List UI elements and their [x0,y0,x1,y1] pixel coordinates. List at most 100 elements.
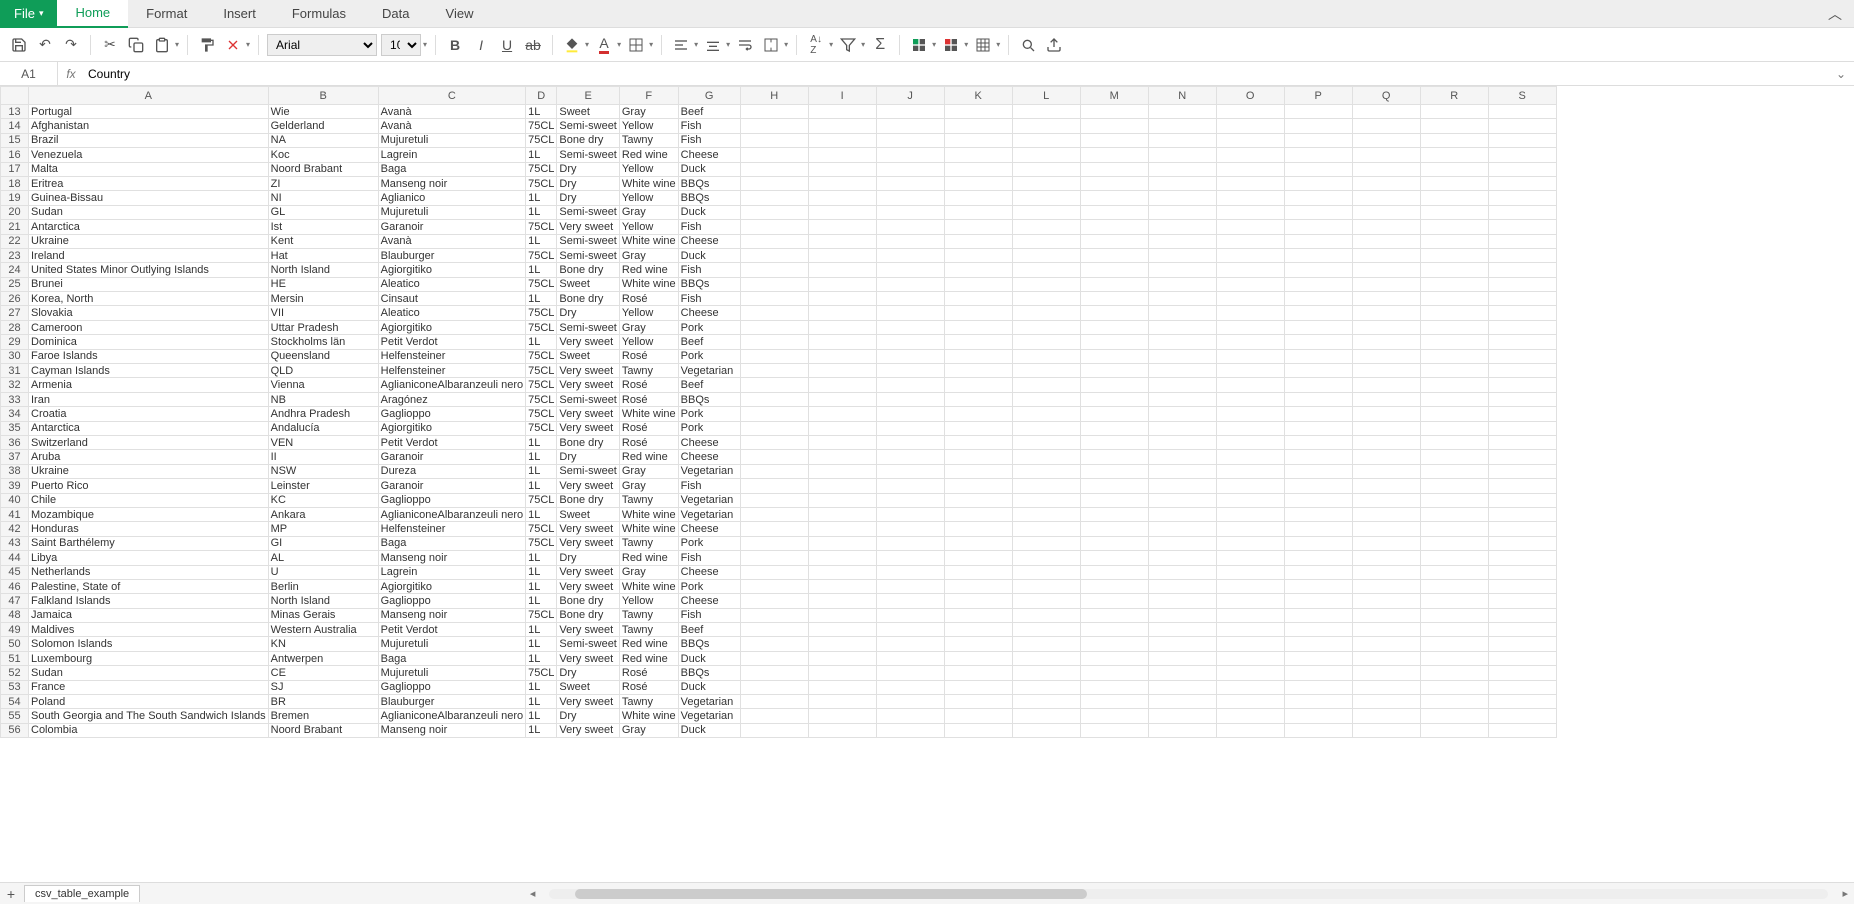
cell[interactable] [876,248,944,262]
row-header[interactable]: 23 [1,248,29,262]
align-h-icon[interactable] [670,34,692,56]
cell[interactable] [808,277,876,291]
cell[interactable] [1420,263,1488,277]
italic-icon[interactable]: I [470,34,492,56]
cell[interactable]: Poland [29,695,269,709]
cell[interactable]: Bone dry [557,263,619,277]
cell[interactable] [740,479,808,493]
row-header[interactable]: 38 [1,464,29,478]
cell[interactable] [1284,623,1352,637]
cell[interactable] [1284,248,1352,262]
cell[interactable]: Ukraine [29,464,269,478]
cell[interactable]: Tawny [619,536,678,550]
cell[interactable]: 1L [526,234,557,248]
cell[interactable]: Pork [678,536,740,550]
cell[interactable] [944,220,1012,234]
cell[interactable]: Aragónez [378,392,525,406]
cell[interactable] [1420,191,1488,205]
cell[interactable] [808,148,876,162]
cell[interactable] [1488,364,1556,378]
cell[interactable] [876,464,944,478]
cell[interactable]: Petit Verdot [378,435,525,449]
copy-icon[interactable] [125,34,147,56]
cell[interactable] [1352,536,1420,550]
cell[interactable] [808,205,876,219]
cell[interactable] [1080,191,1148,205]
cell[interactable] [1284,263,1352,277]
cell[interactable] [740,162,808,176]
cell[interactable] [1216,292,1284,306]
cell[interactable]: Libya [29,551,269,565]
cell[interactable] [944,536,1012,550]
cell[interactable] [1420,220,1488,234]
cell[interactable] [1488,105,1556,119]
cell[interactable] [1080,435,1148,449]
cell[interactable] [1420,651,1488,665]
cell[interactable] [1148,378,1216,392]
cell[interactable] [808,378,876,392]
cell[interactable] [1284,105,1352,119]
cell[interactable]: Very sweet [557,579,619,593]
cell[interactable]: Falkland Islands [29,594,269,608]
cell[interactable] [876,407,944,421]
cell[interactable] [1284,680,1352,694]
cell[interactable] [740,320,808,334]
cell[interactable] [1012,378,1080,392]
export-icon[interactable] [1043,34,1065,56]
cell[interactable]: 75CL [526,392,557,406]
cell[interactable] [1148,435,1216,449]
sort-icon[interactable]: A↓Z [805,34,827,56]
cell[interactable] [1352,234,1420,248]
cell[interactable]: AL [268,551,378,565]
cell[interactable]: Gray [619,565,678,579]
cell[interactable] [1216,320,1284,334]
cell[interactable]: Helfensteiner [378,364,525,378]
cell[interactable] [1216,637,1284,651]
row-header[interactable]: 17 [1,162,29,176]
cell[interactable] [740,594,808,608]
cell[interactable] [876,435,944,449]
cell[interactable] [1216,263,1284,277]
horizontal-scrollbar[interactable] [549,889,1828,899]
cell[interactable]: Cheese [678,450,740,464]
cell[interactable] [1148,421,1216,435]
cell[interactable] [1080,680,1148,694]
cell[interactable]: Very sweet [557,536,619,550]
cell[interactable] [1420,709,1488,723]
cell[interactable]: Aleatico [378,306,525,320]
cell[interactable] [1012,234,1080,248]
cell[interactable] [808,680,876,694]
row-header[interactable]: 53 [1,680,29,694]
cell[interactable]: Gray [619,464,678,478]
cell[interactable] [1488,119,1556,133]
cell[interactable]: 75CL [526,248,557,262]
cell[interactable]: Gray [619,205,678,219]
row-header[interactable]: 45 [1,565,29,579]
menu-tab-format[interactable]: Format [128,0,205,28]
cell[interactable]: Fish [678,551,740,565]
cell[interactable] [808,579,876,593]
cell[interactable]: HE [268,277,378,291]
cell[interactable] [1148,105,1216,119]
cell[interactable]: 1L [526,551,557,565]
cell[interactable] [876,277,944,291]
cell[interactable] [1284,378,1352,392]
cell[interactable] [876,623,944,637]
cell[interactable] [876,536,944,550]
cell[interactable]: 1L [526,709,557,723]
cell[interactable]: BBQs [678,277,740,291]
cell[interactable] [944,349,1012,363]
row-header[interactable]: 51 [1,651,29,665]
cell[interactable]: Iran [29,392,269,406]
cell[interactable] [1284,493,1352,507]
cell[interactable]: Palestine, State of [29,579,269,593]
cell[interactable]: Baga [378,651,525,665]
column-header[interactable]: M [1080,87,1148,105]
cell[interactable]: Cameroon [29,320,269,334]
cell[interactable] [1420,695,1488,709]
cell[interactable] [1148,220,1216,234]
cell[interactable] [1420,637,1488,651]
cell[interactable] [1284,666,1352,680]
cell[interactable] [1012,651,1080,665]
cell[interactable] [944,176,1012,190]
